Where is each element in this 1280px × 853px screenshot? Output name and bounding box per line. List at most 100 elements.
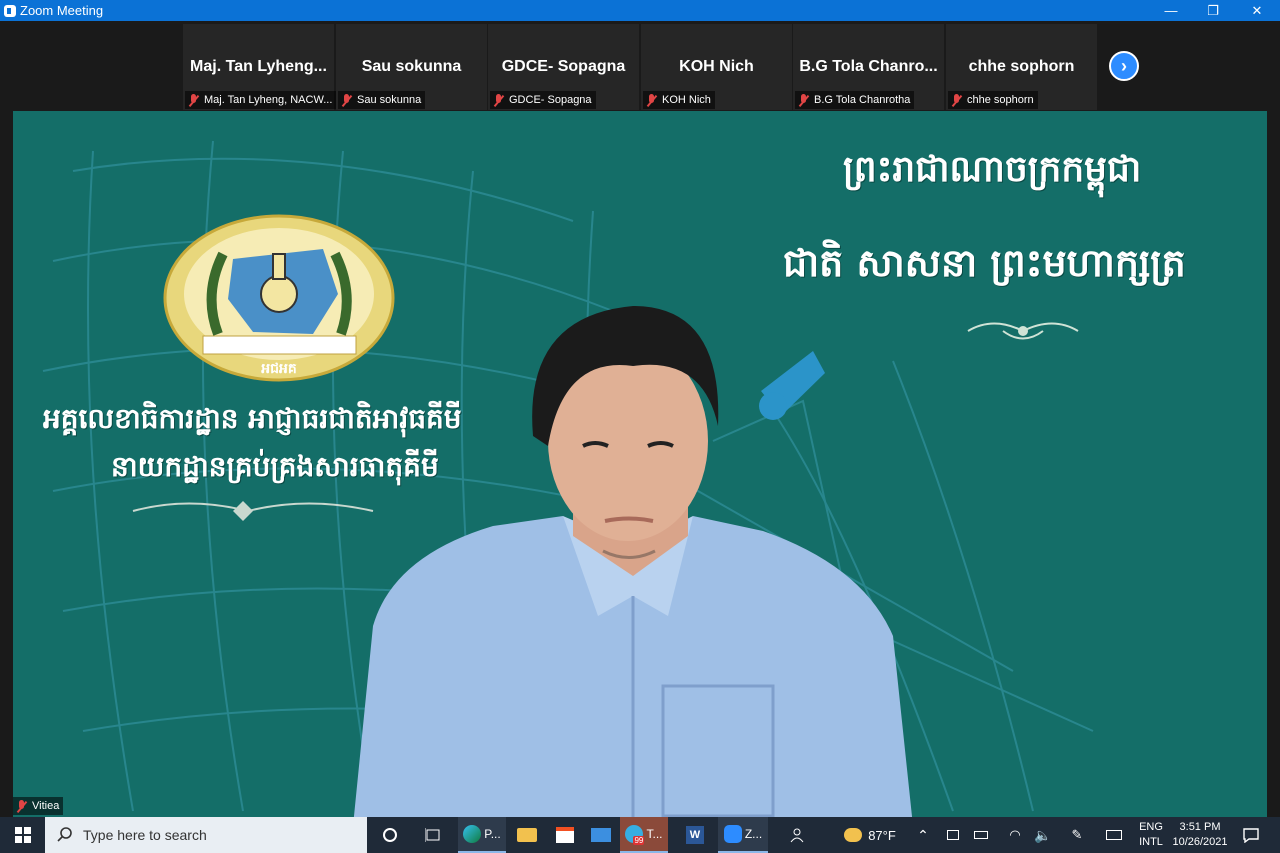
taskbar-search-box[interactable]: Type here to search [45,817,367,853]
pen-workspace-button[interactable]: ✎ [1066,817,1088,853]
windows-logo-icon [14,827,31,843]
active-speaker-video[interactable]: អជអគ ព្រះរាជាណាចក្រកម្ពុជា ជាតិ សាសនា ព្… [13,111,1267,817]
network-button[interactable]: ◠ [1004,817,1026,853]
participant-name: B.G Tola Chanro... [799,58,938,75]
muted-mic-icon [340,93,353,107]
keyboard-icon [1106,830,1122,840]
cortana-circle-icon [383,828,397,842]
participant-label: chhe sophorn [948,91,1038,109]
folder-icon [517,828,537,842]
participant-name: Sau sokunna [361,58,462,75]
muted-mic-icon [187,93,200,107]
edge-icon [463,825,482,843]
zoom-app-icon [4,4,16,17]
people-icon [790,828,804,843]
word-button[interactable]: W [680,817,710,853]
task-view-button[interactable] [418,817,448,853]
kingdom-heading: ព្រះរាជាណាចក្រកម្ពុជា [843,148,1142,190]
participant-name: chhe sophorn [968,58,1075,75]
weather-widget[interactable]: 87°F [840,817,900,853]
participant-tile[interactable]: Maj. Tan Lyheng... Maj. Tan Lyheng, NACW… [183,24,337,110]
language-indicator: ENG INTL [1139,821,1163,848]
battery-icon [974,831,988,839]
participant-tile[interactable]: chhe sophorn chhe sophorn [946,24,1097,110]
taskbar-app-label: P... [484,827,501,841]
close-button[interactable]: ✕ [1234,0,1280,21]
mail-button[interactable] [586,817,616,853]
participant-name: KOH Nich [679,58,754,75]
speaker-name: Vitiea [32,800,60,812]
cortana-button[interactable] [375,817,405,853]
camera-icon [947,830,959,840]
windows-taskbar: Type here to search P... 99 T... W Z... … [0,817,1280,853]
clock-button[interactable]: 3:51 PM 10/26/2021 [1168,817,1232,853]
minimize-button[interactable]: — [1148,0,1194,21]
zoom-icon [723,825,742,843]
participant-label-text: B.G Tola Chanrotha [814,94,911,106]
file-explorer-button[interactable] [512,817,542,853]
search-placeholder: Type here to search [83,827,207,843]
store-button[interactable] [550,817,580,853]
participant-label: KOH Nich [643,91,715,109]
weather-sun-cloud-icon [844,828,863,842]
window-title: Zoom Meeting [20,3,104,18]
national-motto: ជាតិ សាសនា ព្រះមហាក្សត្រ [783,240,1186,285]
taskbar-app-telegram[interactable]: 99 T... [620,817,668,853]
taskbar-app-label: T... [646,827,663,841]
telegram-icon: 99 [625,825,645,845]
speaker-person [353,306,913,817]
unread-badge: 99 [633,836,645,845]
notification-icon [1243,828,1259,843]
store-bag-icon [556,827,574,843]
task-view-icon [425,828,440,842]
show-hidden-icons-button[interactable]: ⌃ [912,817,934,853]
participant-label-text: chhe sophorn [967,94,1034,106]
emblem-text: អជអគ [261,361,297,377]
taskbar-app-zoom[interactable]: Z... [718,817,768,853]
muted-mic-icon [492,93,505,107]
muted-mic-icon [15,799,28,813]
muted-mic-icon [950,93,963,107]
wifi-icon: ◠ [1009,827,1021,842]
participant-label: GDCE- Sopagna [490,91,596,109]
pen-icon: ✎ [1071,827,1083,842]
participant-tile[interactable]: KOH Nich KOH Nich [641,24,792,110]
participant-label: Maj. Tan Lyheng, NACW... [185,91,337,109]
input-language-button[interactable]: ENG INTL [1134,817,1168,853]
people-button[interactable] [784,817,810,853]
muted-mic-icon [645,93,658,107]
participant-label-text: GDCE- Sopagna [509,94,592,106]
muted-mic-icon [797,93,810,107]
start-button[interactable] [0,817,45,853]
speaker-label: Vitiea [13,797,64,815]
battery-button[interactable] [970,817,992,853]
search-icon [57,827,72,842]
participant-tile[interactable]: Sau sokunna Sau sokunna [336,24,487,110]
participant-label-text: Sau sokunna [357,94,422,106]
participant-name: GDCE- Sopagna [501,58,626,75]
taskbar-app-label: Z... [744,827,763,841]
chevron-up-icon: ⌃ [917,826,929,843]
next-participants-button[interactable]: › [1109,51,1139,81]
restore-button[interactable]: ❐ [1190,0,1236,21]
participant-name: Maj. Tan Lyheng... [190,58,327,75]
speaker-icon: 🔈 [1034,826,1052,843]
participant-label-text: Maj. Tan Lyheng, NACW... [204,94,333,106]
taskbar-app-edge[interactable]: P... [458,817,506,853]
participant-label: B.G Tola Chanrotha [795,91,915,109]
volume-button[interactable]: 🔈 [1032,817,1054,853]
participant-tile[interactable]: B.G Tola Chanro... B.G Tola Chanrotha [793,24,944,110]
ornament-right [967,322,1079,340]
mail-icon [591,828,611,842]
participant-tile[interactable]: GDCE- Sopagna GDCE- Sopagna [488,24,639,110]
participant-label-text: KOH Nich [662,94,711,106]
word-icon: W [686,826,704,844]
participant-label: Sau sokunna [338,91,426,109]
window-titlebar: Zoom Meeting — ❐ ✕ [0,0,1280,21]
participant-strip: Maj. Tan Lyheng... Maj. Tan Lyheng, NACW… [0,21,1280,111]
clock: 3:51 PM 10/26/2021 [1172,821,1228,848]
action-center-button[interactable] [1238,817,1264,853]
touch-keyboard-button[interactable] [1102,817,1126,853]
meet-now-button[interactable] [942,817,964,853]
weather-temp: 87°F [868,827,896,843]
